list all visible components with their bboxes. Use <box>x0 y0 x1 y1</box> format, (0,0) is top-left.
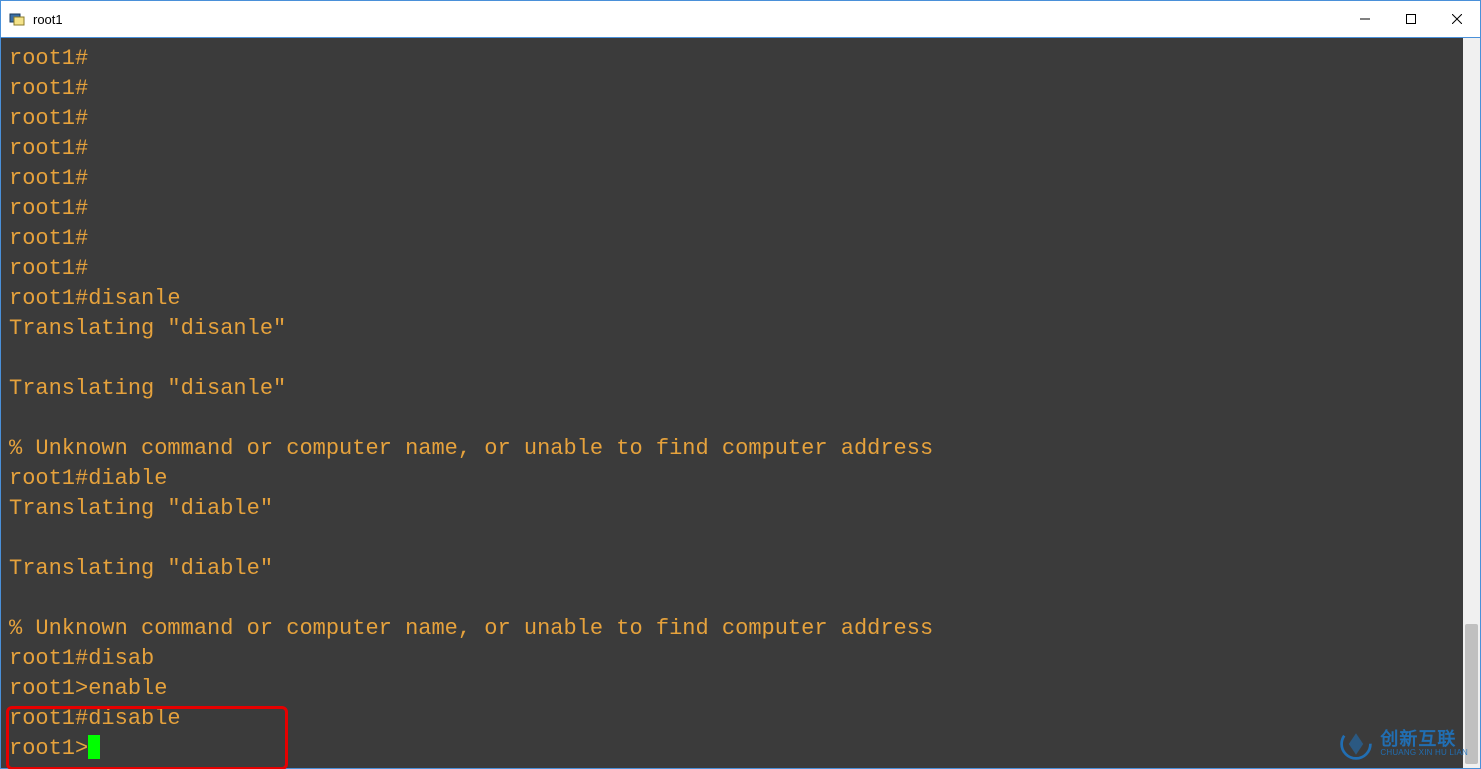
terminal-container: root1#root1#root1#root1#root1#root1#root… <box>1 38 1480 768</box>
terminal-line: root1# <box>9 164 1459 194</box>
terminal-line: Translating "disanle" <box>9 374 1459 404</box>
terminal-cursor <box>88 735 100 759</box>
scroll-track[interactable] <box>1463 38 1480 768</box>
terminal-line: root1# <box>9 194 1459 224</box>
terminal-line <box>9 404 1459 434</box>
maximize-button[interactable] <box>1388 1 1434 37</box>
terminal-line: Translating "diable" <box>9 554 1459 584</box>
putty-icon <box>9 11 25 27</box>
terminal-line: root1> <box>9 734 1459 764</box>
terminal-line: root1# <box>9 224 1459 254</box>
terminal-line: root1# <box>9 134 1459 164</box>
terminal-line: % Unknown command or computer name, or u… <box>9 614 1459 644</box>
close-button[interactable] <box>1434 1 1480 37</box>
terminal-line: root1#disanle <box>9 284 1459 314</box>
terminal-line: root1#disable <box>9 704 1459 734</box>
terminal-line: root1# <box>9 254 1459 284</box>
terminal-line: Translating "disanle" <box>9 314 1459 344</box>
terminal-line <box>9 584 1459 614</box>
terminal-line: root1#disab <box>9 644 1459 674</box>
terminal-line: root1# <box>9 74 1459 104</box>
scrollbar-vertical[interactable] <box>1463 38 1480 768</box>
app-window: root1 root1#root1#root1#root1#root1#root… <box>0 0 1481 769</box>
scroll-thumb[interactable] <box>1465 624 1478 764</box>
terminal-line: % Unknown command or computer name, or u… <box>9 434 1459 464</box>
terminal-line: root1# <box>9 104 1459 134</box>
minimize-button[interactable] <box>1342 1 1388 37</box>
terminal-line: Translating "diable" <box>9 494 1459 524</box>
window-title: root1 <box>33 12 1342 27</box>
terminal-line <box>9 524 1459 554</box>
window-controls <box>1342 1 1480 37</box>
terminal-line <box>9 344 1459 374</box>
terminal-line: root1#diable <box>9 464 1459 494</box>
titlebar[interactable]: root1 <box>1 1 1480 38</box>
terminal-line: root1# <box>9 44 1459 74</box>
terminal[interactable]: root1#root1#root1#root1#root1#root1#root… <box>1 38 1463 768</box>
terminal-line: root1>enable <box>9 674 1459 704</box>
